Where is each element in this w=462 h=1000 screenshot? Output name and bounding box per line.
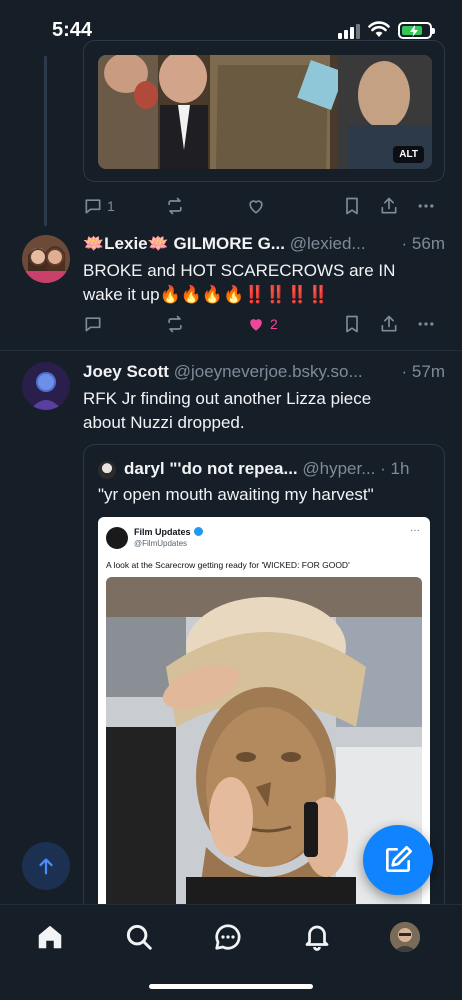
heart-filled-icon [250, 319, 262, 331]
quoted-timestamp: · 1h [380, 459, 410, 478]
chat-icon [215, 924, 241, 950]
more-options-button[interactable] [416, 314, 436, 334]
reply-icon [85, 317, 101, 332]
more-options-button[interactable] [416, 196, 436, 216]
share-button[interactable] [379, 196, 399, 216]
quoted-handle: @hyper... [302, 459, 376, 478]
post-text-line: about Nuzzi dropped. [83, 413, 245, 432]
handle[interactable]: @lexied... [290, 234, 366, 253]
post-header: Joey Scott @joeyneverjoe.bsky.so... · 57… [83, 362, 445, 382]
cellular-signal-icon [338, 24, 360, 39]
post-text-line: BROKE and HOT SCARECROWS are IN [83, 261, 396, 280]
quoted-avatar[interactable] [98, 461, 116, 479]
tweet-text: A look at the Scarecrow getting ready fo… [106, 560, 350, 570]
wifi-icon [368, 21, 390, 37]
share-icon [381, 197, 397, 214]
heart-icon [249, 200, 263, 214]
nav-home[interactable] [34, 921, 66, 953]
search-icon [126, 924, 152, 950]
home-indicator [149, 984, 313, 989]
battery-icon [398, 22, 435, 39]
nav-notifications[interactable] [301, 921, 333, 953]
alt-text-badge[interactable]: ALT [393, 146, 424, 163]
more-icon [418, 322, 434, 326]
thread-line [44, 56, 47, 226]
display-name[interactable]: 🪷Lexie🪷 GILMORE G... [83, 234, 285, 253]
avatar[interactable] [22, 235, 70, 283]
post-divider [0, 350, 462, 351]
post-image[interactable]: ALT [98, 55, 432, 169]
nav-search[interactable] [123, 921, 155, 953]
reply-button[interactable] [83, 314, 103, 334]
verified-badge-icon [193, 527, 203, 536]
more-icon [418, 204, 434, 208]
repost-button[interactable] [165, 314, 185, 334]
bell-icon [305, 925, 329, 951]
arrow-up-icon [39, 858, 53, 875]
like-button[interactable] [246, 196, 266, 216]
post-text: RFK Jr finding out another Lizza piece a… [83, 387, 443, 435]
nav-chat[interactable] [212, 921, 244, 953]
nav-profile-avatar[interactable] [390, 922, 420, 952]
like-count: 2 [270, 316, 278, 332]
quoted-display-name: daryl "'do not repea... [124, 459, 298, 478]
home-icon [38, 925, 62, 949]
timestamp[interactable]: · 57m [397, 362, 445, 382]
bookmark-icon [346, 197, 358, 215]
repost-button[interactable] [165, 196, 185, 216]
film-updates-logo [106, 527, 128, 549]
scroll-to-top-button[interactable] [22, 842, 70, 890]
bookmark-icon [346, 315, 358, 333]
repost-icon [168, 315, 182, 333]
bookmark-button[interactable] [342, 196, 362, 216]
post-header: 🪷Lexie🪷 GILMORE G... @lexied... · 56m [83, 234, 445, 254]
tweet-more-icon: ··· [410, 525, 420, 536]
avatar[interactable] [22, 362, 70, 410]
quoted-post-text: "yr open mouth awaiting my harvest" [98, 485, 374, 504]
like-button[interactable]: 2 [246, 314, 278, 334]
status-time: 5:44 [52, 19, 93, 41]
quoted-post-card[interactable]: ALT [83, 40, 445, 182]
share-icon [381, 315, 397, 332]
tweet-account-handle: @FilmUpdates [134, 539, 188, 548]
share-button[interactable] [379, 314, 399, 334]
timestamp[interactable]: · 56m [397, 234, 445, 254]
post-text: BROKE and HOT SCARECROWS are IN wake it … [83, 259, 443, 307]
quoted-post-header: daryl "'do not repea... @hyper... · 1h [124, 459, 432, 479]
reply-icon [85, 199, 101, 214]
reply-button[interactable]: 1 [83, 196, 115, 216]
repost-icon [168, 197, 182, 215]
post-actions: 2 [83, 314, 445, 338]
post-text-line: wake it up🔥🔥🔥🔥‼️‼️‼️‼️ [83, 285, 329, 304]
handle[interactable]: @joeyneverjoe.bsky.so... [174, 362, 363, 381]
post-actions: 1 [83, 196, 445, 220]
reply-count: 1 [107, 198, 115, 214]
bookmark-button[interactable] [342, 314, 362, 334]
tweet-account-name: Film Updates [134, 527, 203, 537]
compose-button[interactable] [363, 825, 433, 895]
display-name[interactable]: Joey Scott [83, 362, 169, 381]
compose-icon [386, 846, 412, 872]
post-text-line: RFK Jr finding out another Lizza piece [83, 389, 372, 408]
